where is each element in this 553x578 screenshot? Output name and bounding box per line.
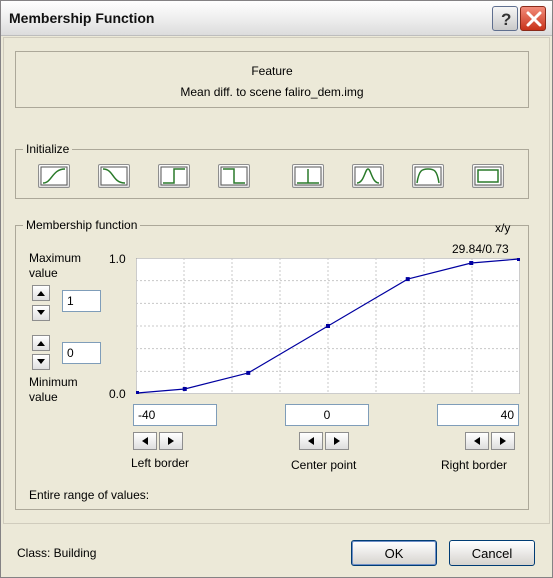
question-mark-icon: ? xyxy=(501,10,511,28)
close-icon xyxy=(526,11,542,27)
triangle-left-icon xyxy=(142,437,148,445)
curve-point[interactable] xyxy=(326,324,330,328)
y-top-tick: 1.0 xyxy=(109,252,126,266)
max-value-field[interactable]: 1 xyxy=(62,290,101,312)
membership-function-dialog: Membership Function ? Feature Mean diff.… xyxy=(0,0,553,578)
min-value-field[interactable]: 0 xyxy=(62,342,101,364)
triangle-right-icon xyxy=(500,437,506,445)
left-border-label: Left border xyxy=(131,456,190,470)
center-point-decrease-button[interactable] xyxy=(299,432,323,450)
center-point-increase-button[interactable] xyxy=(325,432,349,450)
left-border-increase-button[interactable] xyxy=(159,432,183,450)
membership-function-label: Membership function xyxy=(23,218,141,232)
y-bottom-tick: 0.0 xyxy=(109,387,126,401)
feature-box: Feature Mean diff. to scene faliro_dem.i… xyxy=(15,51,529,108)
triangle-down-icon xyxy=(37,310,45,315)
larger-icon xyxy=(40,166,68,186)
left-border-decrease-button[interactable] xyxy=(133,432,157,450)
ok-button[interactable]: OK xyxy=(351,540,437,566)
curve-point[interactable] xyxy=(517,258,520,261)
left-border-field[interactable]: -40 xyxy=(133,404,217,426)
approximate-gaussian-icon xyxy=(354,166,382,186)
class-label: Class: Building xyxy=(17,546,97,560)
curve-point[interactable] xyxy=(469,261,474,266)
entire-range-label: Entire range of values: xyxy=(29,488,150,502)
approximate-range-icon xyxy=(414,166,442,186)
cancel-button[interactable]: Cancel xyxy=(449,540,535,566)
xy-label: x/y xyxy=(495,221,511,235)
init-full-range-button[interactable] xyxy=(472,164,504,188)
maximum-value-label: value xyxy=(29,266,58,280)
min-down-button[interactable] xyxy=(32,354,50,370)
center-point-label: Center point xyxy=(291,458,357,472)
feature-name: Mean diff. to scene faliro_dem.img xyxy=(180,85,364,99)
feature-heading: Feature xyxy=(251,64,293,78)
maximum-label: Maximum xyxy=(29,251,82,265)
max-down-button[interactable] xyxy=(32,305,50,321)
triangle-left-icon xyxy=(308,437,314,445)
full-range-icon xyxy=(474,166,502,186)
title-bar: Membership Function ? xyxy=(1,1,552,36)
triangle-up-icon xyxy=(37,341,45,346)
initialize-label: Initialize xyxy=(23,142,73,156)
max-up-button[interactable] xyxy=(32,285,50,301)
smaller-icon xyxy=(100,166,128,186)
init-smaller-button[interactable] xyxy=(98,164,130,188)
init-smaller-boolean-button[interactable] xyxy=(218,164,250,188)
triangle-down-icon xyxy=(37,359,45,364)
center-point-field[interactable]: 0 xyxy=(285,404,369,426)
svg-text:?: ? xyxy=(501,10,511,28)
membership-plot[interactable] xyxy=(136,258,520,394)
min-up-button[interactable] xyxy=(32,335,50,351)
initialize-group: Initialize xyxy=(15,142,529,199)
minimum-value-label: value xyxy=(29,390,58,404)
close-button[interactable] xyxy=(520,6,546,31)
right-border-field[interactable]: 40 xyxy=(437,404,519,426)
xy-readout: 29.84/0.73 xyxy=(452,242,509,256)
singleton-icon xyxy=(294,166,322,186)
window-title: Membership Function xyxy=(9,10,155,26)
triangle-right-icon xyxy=(168,437,174,445)
curve-point[interactable] xyxy=(246,370,251,375)
larger-boolean-icon xyxy=(160,166,188,186)
init-singleton-button[interactable] xyxy=(292,164,324,188)
triangle-up-icon xyxy=(37,291,45,296)
init-larger-boolean-button[interactable] xyxy=(158,164,190,188)
init-range-button[interactable] xyxy=(412,164,444,188)
curve-point[interactable] xyxy=(136,391,139,394)
init-larger-button[interactable] xyxy=(38,164,70,188)
right-border-label: Right border xyxy=(441,458,508,472)
init-gaussian-button[interactable] xyxy=(352,164,384,188)
triangle-right-icon xyxy=(334,437,340,445)
smaller-boolean-icon xyxy=(220,166,248,186)
right-border-increase-button[interactable] xyxy=(491,432,515,450)
help-button[interactable]: ? xyxy=(492,6,518,31)
right-border-decrease-button[interactable] xyxy=(465,432,489,450)
triangle-left-icon xyxy=(474,437,480,445)
curve-point[interactable] xyxy=(182,386,187,391)
curve-point[interactable] xyxy=(405,277,410,282)
minimum-label: Minimum xyxy=(29,375,78,389)
